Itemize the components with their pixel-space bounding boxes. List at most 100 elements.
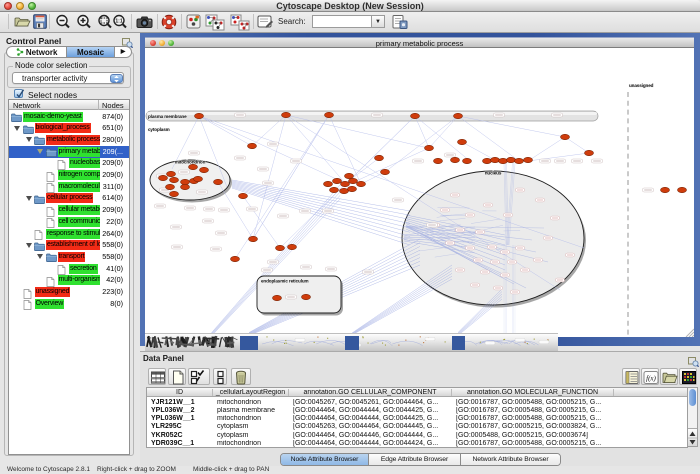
network-node[interactable] xyxy=(181,179,190,184)
network-node[interactable] xyxy=(276,245,285,250)
scrollbar-arrows[interactable] xyxy=(688,428,697,446)
table-row[interactable]: YKR052Ccytoplasm[GO:0044464, GO:0044446,… xyxy=(147,431,687,439)
network-node[interactable] xyxy=(507,157,516,162)
table-row[interactable]: YPL036W__1mitochondrion[GO:0044464, GO:0… xyxy=(147,415,687,423)
tree-row[interactable]: macromolecule311(0) xyxy=(9,181,129,193)
network-node[interactable] xyxy=(499,158,508,163)
tab-network-attribute-browser[interactable]: Network Attribute Browser xyxy=(461,454,560,465)
select-attributes-icon[interactable] xyxy=(188,368,210,385)
network-node[interactable] xyxy=(561,134,570,139)
network-node[interactable] xyxy=(194,176,203,181)
tree-row[interactable]: biological_process651(0) xyxy=(9,123,129,135)
node-color-dropdown[interactable]: transporter activity xyxy=(12,72,124,84)
network-node[interactable] xyxy=(491,157,500,162)
tree-row[interactable]: cell communicat22(0) xyxy=(9,216,129,228)
table-row[interactable]: YLR295Ccytoplasm[GO:0045263, GO:0044464,… xyxy=(147,423,687,431)
network-node[interactable] xyxy=(340,188,349,193)
expand-triangle-icon[interactable] xyxy=(26,243,32,248)
network-window-titlebar[interactable]: primary metabolic process xyxy=(145,37,694,48)
table-row[interactable]: YPL036W__2plasma membrane[GO:0044464, GO… xyxy=(147,406,687,414)
tab-edge-attribute-browser[interactable]: Edge Attribute Browser xyxy=(369,454,461,465)
attribute-ledger-icon[interactable] xyxy=(622,368,640,385)
expand-triangle-icon[interactable] xyxy=(14,126,20,131)
network-node[interactable] xyxy=(248,143,257,148)
network-node[interactable] xyxy=(200,167,209,172)
network-node[interactable] xyxy=(170,177,179,182)
tree-row[interactable]: nucleobase-209(0) xyxy=(9,158,129,170)
open-folder-icon[interactable] xyxy=(14,14,31,31)
network-node[interactable] xyxy=(349,178,358,183)
help-lifering-icon[interactable] xyxy=(161,14,178,31)
network-node[interactable] xyxy=(524,157,533,162)
network-overlap-b-icon[interactable] xyxy=(230,14,250,31)
tab-network[interactable]: Network xyxy=(7,47,66,57)
network-node[interactable] xyxy=(434,158,443,163)
tree-row[interactable]: metabolic process280(0) xyxy=(9,134,129,146)
search-dropdown-button[interactable]: ▼ xyxy=(372,15,385,28)
import-attributes-icon[interactable] xyxy=(660,368,678,385)
tab-overflow-button[interactable]: ▶ xyxy=(115,47,131,57)
data-panel-float-icon[interactable] xyxy=(688,354,699,364)
tree-row[interactable]: primary metabo209(... xyxy=(9,146,129,158)
network-canvas[interactable]: plasma membranecytoplasmmitochondrionnuc… xyxy=(145,48,694,337)
network-node[interactable] xyxy=(375,155,384,160)
tree-row[interactable]: nitrogen compo209(0) xyxy=(9,170,129,182)
tree-row[interactable]: mosaic-demo-yeast874(0) xyxy=(9,111,129,123)
network-node[interactable] xyxy=(411,113,420,118)
network-node[interactable] xyxy=(159,175,168,180)
attribute-matrix-icon[interactable] xyxy=(679,368,697,385)
tree-row[interactable]: cellular process614(0) xyxy=(9,193,129,205)
network-node[interactable] xyxy=(249,236,258,241)
new-attribute-icon[interactable] xyxy=(168,368,186,385)
formula-icon[interactable]: f(x) xyxy=(641,368,659,385)
network-node[interactable] xyxy=(288,244,297,249)
expand-triangle-icon[interactable] xyxy=(26,196,32,201)
network-node[interactable] xyxy=(239,193,248,198)
network-node[interactable] xyxy=(333,178,342,183)
delete-attribute-icon[interactable] xyxy=(231,368,251,385)
select-nodes-checkbox[interactable] xyxy=(14,89,23,98)
scrollbar-thumb[interactable] xyxy=(689,389,696,406)
zoom-actual-icon[interactable]: 1:1 xyxy=(112,14,129,31)
network-node[interactable] xyxy=(166,184,175,189)
zoom-out-icon[interactable] xyxy=(55,14,72,31)
zoom-in-icon[interactable] xyxy=(76,14,93,31)
expand-triangle-icon[interactable] xyxy=(37,149,43,154)
tree-row[interactable]: cellular metabo209(0) xyxy=(9,205,129,217)
network-node[interactable] xyxy=(214,179,223,184)
column-header[interactable]: annotation.GO CELLULAR_COMPONENT xyxy=(289,389,452,396)
network-node[interactable] xyxy=(167,171,176,176)
unselect-attributes-icon[interactable] xyxy=(213,368,227,385)
network-node[interactable] xyxy=(454,113,463,118)
vizmapper-icon[interactable] xyxy=(186,14,203,31)
network-node[interactable] xyxy=(483,158,492,163)
network-node[interactable] xyxy=(348,186,357,191)
network-node[interactable] xyxy=(458,139,467,144)
network-overlap-a-icon[interactable] xyxy=(205,14,225,31)
network-node[interactable] xyxy=(345,173,354,178)
column-header[interactable]: ID xyxy=(147,389,213,396)
tree-row[interactable]: unassigned223(0) xyxy=(9,287,129,299)
tree-row[interactable]: multi-organism pro42(0) xyxy=(9,275,129,287)
search-input[interactable] xyxy=(312,15,372,28)
table-row[interactable]: YJR121W__1mitochondrion[GO:0045267, GO:0… xyxy=(147,398,687,406)
tree-row[interactable]: secretion41(0) xyxy=(9,263,129,275)
attribute-table-scrollbar[interactable] xyxy=(688,387,698,447)
network-node[interactable] xyxy=(330,187,339,192)
save-icon[interactable] xyxy=(33,14,50,31)
expand-triangle-icon[interactable] xyxy=(26,137,32,142)
network-node[interactable] xyxy=(325,112,334,117)
network-node[interactable] xyxy=(341,181,350,186)
network-node[interactable] xyxy=(170,191,179,196)
network-node[interactable] xyxy=(515,158,524,163)
network-node[interactable] xyxy=(381,169,390,174)
column-header[interactable]: _cellularLayoutRegion xyxy=(213,389,289,396)
network-node[interactable] xyxy=(463,158,472,163)
tab-node-attribute-browser[interactable]: Node Attribute Browser xyxy=(281,454,369,465)
table-row[interactable]: YDR039C__1mitochondrion[GO:0044464, GO:0… xyxy=(147,440,687,448)
float-panel-icon[interactable] xyxy=(122,35,133,45)
column-header[interactable]: annotation.GO MOLECULAR_FUNCTION xyxy=(452,389,614,396)
network-node[interactable] xyxy=(273,295,282,300)
network-node[interactable] xyxy=(678,187,687,192)
tree-row[interactable]: response to stimul264(0) xyxy=(9,228,129,240)
